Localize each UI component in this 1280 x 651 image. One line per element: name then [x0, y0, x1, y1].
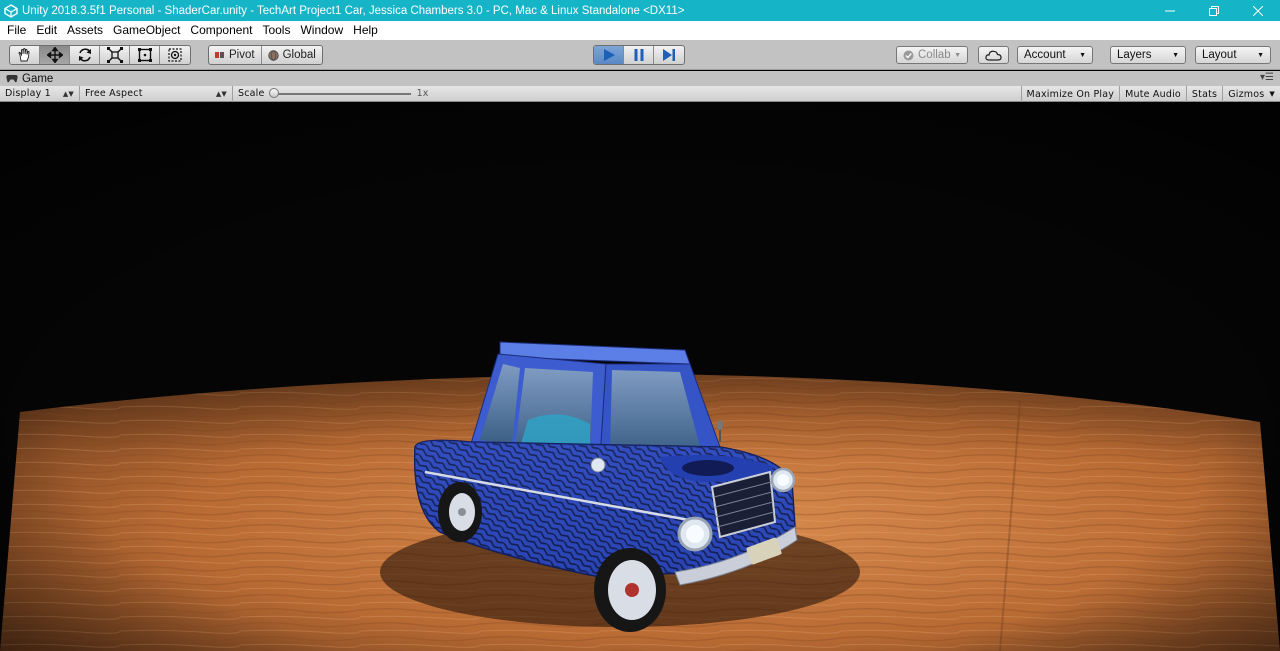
- game-render: [0, 102, 1280, 651]
- maximize-on-play-label: Maximize On Play: [1026, 88, 1115, 100]
- cloud-button[interactable]: [978, 46, 1009, 64]
- close-icon: [1253, 5, 1263, 16]
- game-controller-icon: [6, 75, 18, 83]
- pivot-button[interactable]: Pivot: [209, 46, 262, 64]
- close-button[interactable]: [1236, 0, 1280, 21]
- menu-window[interactable]: Window: [295, 21, 348, 40]
- updown-arrows-icon: ▲▼: [62, 89, 74, 98]
- pivot-label: Pivot: [229, 49, 255, 61]
- play-icon: [603, 49, 615, 61]
- aspect-label: Free Aspect: [85, 88, 143, 99]
- chevron-down-icon: ▼: [1079, 51, 1086, 59]
- game-view-tab-bar: Game ▾☰: [0, 71, 1280, 86]
- panel-menu-icon[interactable]: ▾☰: [1260, 72, 1274, 83]
- collab-label: Collab: [918, 49, 951, 61]
- unity-logo-icon: [4, 3, 18, 18]
- menu-edit[interactable]: Edit: [31, 21, 62, 40]
- transform-tools: [9, 45, 191, 65]
- scale-control: Scale 1x: [233, 86, 434, 102]
- chevron-down-icon: ▼: [1172, 51, 1179, 59]
- layout-dropdown[interactable]: Layout ▼: [1195, 46, 1271, 64]
- chevron-down-icon: ▼: [1269, 90, 1275, 98]
- move-tool-icon: [46, 47, 63, 63]
- globe-icon: [267, 49, 279, 61]
- scale-tool-button[interactable]: [100, 46, 130, 64]
- step-icon: [663, 49, 675, 61]
- layers-dropdown[interactable]: Layers ▼: [1110, 46, 1186, 64]
- check-circle-icon: [903, 50, 914, 60]
- tab-game[interactable]: Game: [6, 73, 53, 85]
- window-title-bar: Unity 2018.3.5f1 Personal - ShaderCar.un…: [0, 0, 1280, 21]
- pause-icon: [634, 49, 643, 61]
- hand-tool-icon: [18, 48, 29, 62]
- step-button[interactable]: [654, 46, 684, 64]
- rect-tool-icon: [137, 48, 152, 62]
- scale-slider-knob[interactable]: [268, 87, 279, 98]
- menu-bar: File Edit Assets GameObject Component To…: [0, 21, 1280, 40]
- gizmos-label: Gizmos: [1228, 88, 1265, 100]
- menu-component[interactable]: Component: [185, 21, 257, 40]
- rect-tool-button[interactable]: [130, 46, 160, 64]
- playback-controls: [593, 45, 685, 65]
- maximize-on-play-toggle[interactable]: Maximize On Play: [1020, 86, 1120, 102]
- mute-audio-label: Mute Audio: [1125, 88, 1181, 100]
- cloud-icon: [985, 50, 1002, 61]
- chevron-down-icon: ▼: [1257, 51, 1264, 59]
- scale-slider[interactable]: [268, 87, 411, 98]
- mute-audio-toggle[interactable]: Mute Audio: [1119, 86, 1186, 102]
- updown-arrows-icon: ▲▼: [215, 89, 227, 98]
- display-dropdown[interactable]: Display 1 ▲▼: [0, 85, 80, 102]
- rotate-tool-button[interactable]: [70, 46, 100, 64]
- pause-button[interactable]: [624, 46, 654, 64]
- main-toolbar: Pivot Global Collab ▼ Account ▼ Layers ▼…: [0, 40, 1280, 70]
- play-button[interactable]: [594, 46, 624, 64]
- window-controls: [1148, 0, 1280, 21]
- account-label: Account: [1024, 49, 1066, 61]
- global-button[interactable]: Global: [262, 46, 322, 64]
- game-view-toggles: Maximize On Play Mute Audio Stats Gizmos…: [1020, 86, 1280, 102]
- pivot-icon: [215, 52, 224, 58]
- pivot-toggle-group: Pivot Global: [208, 45, 323, 65]
- restore-button[interactable]: [1192, 0, 1236, 21]
- game-view-controls: Display 1 ▲▼ Free Aspect ▲▼ Scale 1x Max…: [0, 85, 1280, 102]
- stats-label: Stats: [1191, 88, 1218, 100]
- game-viewport[interactable]: [0, 102, 1280, 651]
- scale-value: 1x: [416, 88, 429, 99]
- stats-toggle[interactable]: Stats: [1185, 86, 1222, 102]
- transform-tool-button[interactable]: [160, 46, 190, 64]
- gizmos-dropdown[interactable]: Gizmos ▼: [1222, 86, 1280, 102]
- transform-tool-icon: [168, 48, 182, 62]
- layout-label: Layout: [1202, 49, 1237, 61]
- collab-dropdown[interactable]: Collab ▼: [896, 46, 968, 64]
- game-tab-label: Game: [22, 72, 54, 85]
- minimize-button[interactable]: [1148, 0, 1192, 21]
- layers-label: Layers: [1117, 49, 1152, 61]
- move-tool-button[interactable]: [40, 46, 70, 64]
- rotate-tool-icon: [78, 48, 91, 62]
- menu-help[interactable]: Help: [348, 21, 383, 40]
- window-title: Unity 2018.3.5f1 Personal - ShaderCar.un…: [22, 4, 685, 17]
- menu-gameobject[interactable]: GameObject: [108, 21, 185, 40]
- hand-tool-button[interactable]: [10, 46, 40, 64]
- global-label: Global: [282, 49, 316, 61]
- restore-icon: [1209, 5, 1219, 16]
- menu-file[interactable]: File: [2, 21, 31, 40]
- scale-tool-icon: [106, 47, 123, 63]
- aspect-dropdown[interactable]: Free Aspect ▲▼: [80, 85, 233, 102]
- chevron-down-icon: ▼: [954, 51, 961, 59]
- scale-label: Scale: [238, 88, 265, 99]
- menu-tools[interactable]: Tools: [257, 21, 295, 40]
- menu-assets[interactable]: Assets: [62, 21, 108, 40]
- minimize-icon: [1165, 10, 1175, 11]
- account-dropdown[interactable]: Account ▼: [1017, 46, 1093, 64]
- display-label: Display 1: [5, 88, 51, 99]
